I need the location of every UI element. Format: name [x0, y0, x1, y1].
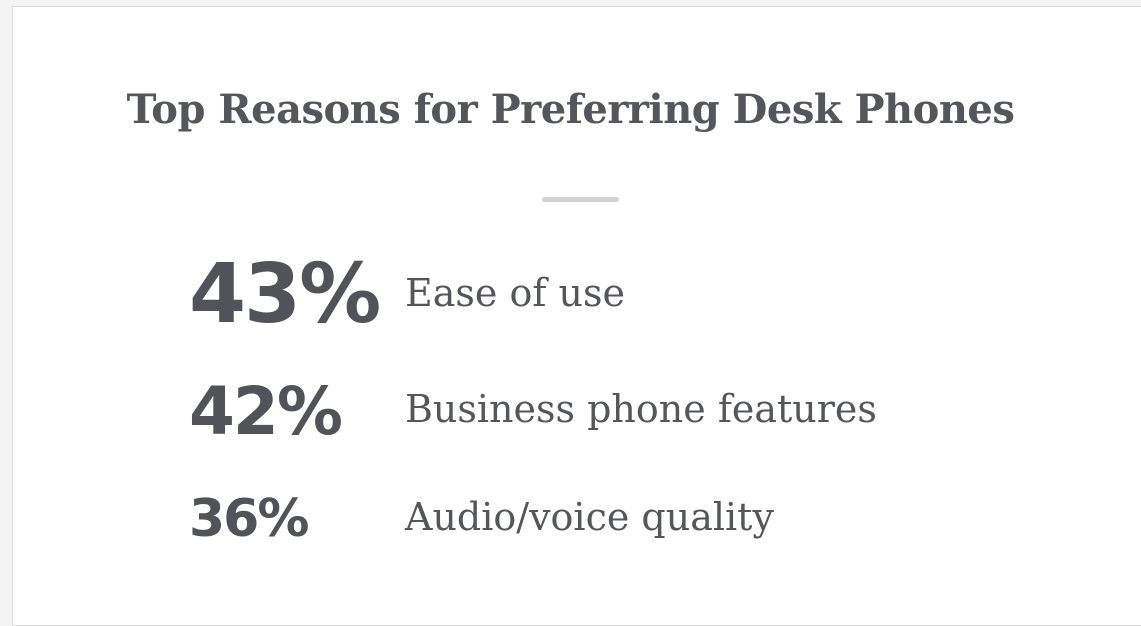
stat-label: Ease of use: [405, 271, 625, 315]
stat-label: Business phone features: [405, 387, 877, 431]
stat-row: 43% Ease of use: [0, 240, 1141, 340]
chart-title: Top Reasons for Preferring Desk Phones: [126, 86, 1015, 133]
stat-value: 43%: [189, 247, 381, 342]
stat-row: 42% Business phone features: [0, 360, 1141, 460]
title-divider: [542, 197, 619, 202]
stat-row: 36% Audio/voice quality: [0, 470, 1141, 570]
stat-label: Audio/voice quality: [405, 495, 774, 539]
stat-value: 36%: [189, 489, 309, 549]
stat-value: 42%: [189, 373, 343, 450]
